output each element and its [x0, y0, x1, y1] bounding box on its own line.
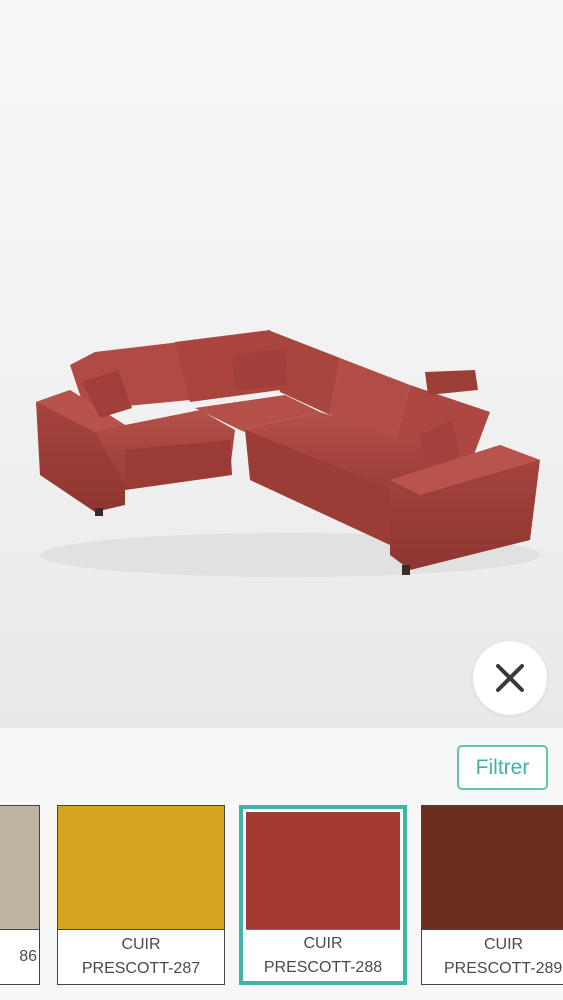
swatch-prescott-288[interactable]: CUIR PRESCOTT-288 — [239, 805, 407, 985]
swatch-carousel[interactable]: 86 CUIR PRESCOTT-287 CUIR PRESCOTT-288 C… — [0, 805, 563, 985]
swatch-label: CUIR PRESCOTT-288 — [263, 934, 383, 976]
close-icon — [496, 664, 524, 692]
close-button[interactable] — [473, 641, 547, 715]
swatch-label: 86 — [19, 948, 37, 965]
swatch-prescott-289[interactable]: CUIR PRESCOTT-289 — [421, 805, 563, 985]
filter-button[interactable]: Filtrer — [457, 745, 548, 790]
swatch-texture — [422, 806, 563, 930]
material-panel: Filtrer 86 CUIR PRESCOTT-287 CUIR PRESCO… — [0, 728, 563, 1000]
swatch-prescott-286[interactable]: 86 — [0, 805, 40, 985]
swatch-texture — [58, 806, 224, 930]
swatch-texture — [246, 812, 400, 930]
swatch-label: CUIR PRESCOTT-287 — [81, 936, 201, 977]
sofa-image — [36, 330, 540, 577]
swatch-prescott-287[interactable]: CUIR PRESCOTT-287 — [57, 805, 225, 985]
product-viewer[interactable] — [0, 0, 563, 728]
swatch-label: CUIR PRESCOTT-289 — [444, 936, 563, 977]
swatch-texture — [0, 806, 39, 930]
